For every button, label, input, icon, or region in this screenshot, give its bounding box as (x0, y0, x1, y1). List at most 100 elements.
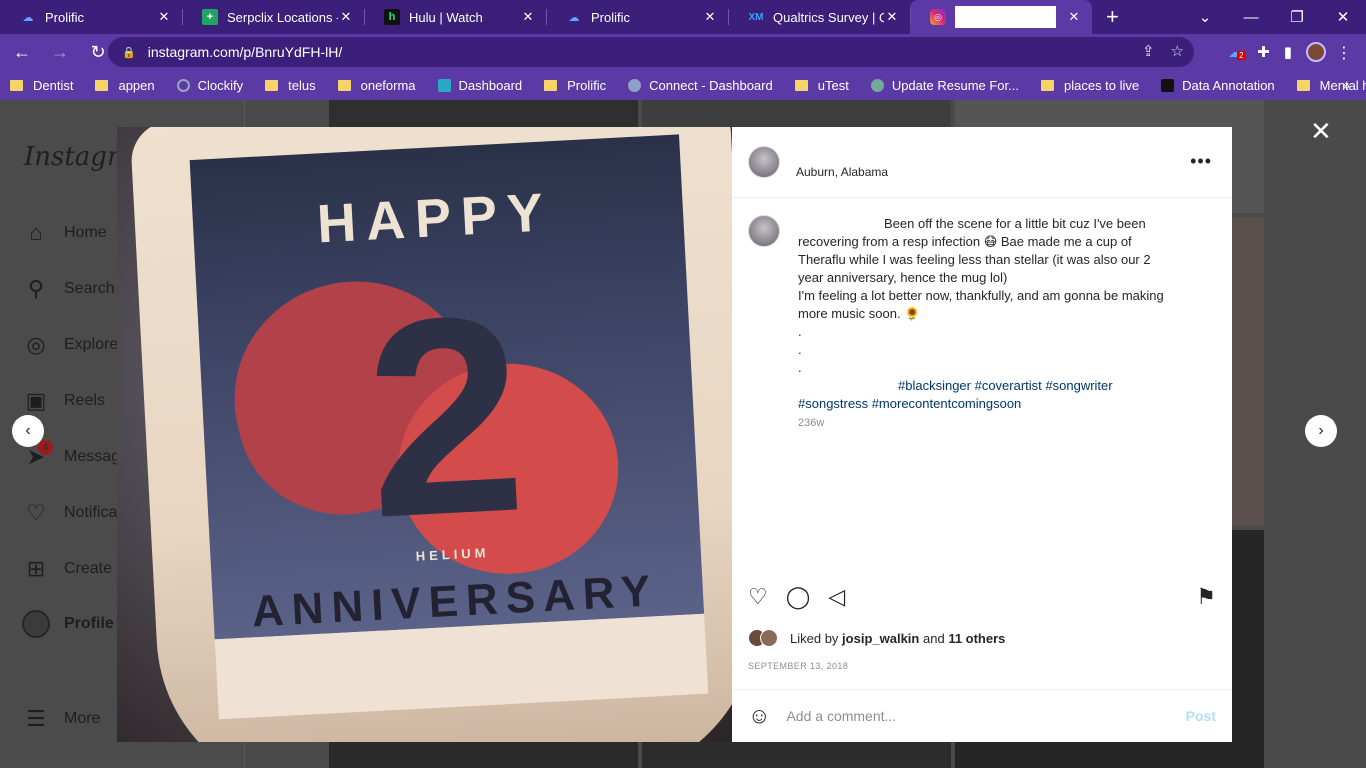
like-icon[interactable]: ♡ (748, 584, 768, 610)
sidebar-item-explore[interactable]: ◎ Explore (22, 332, 118, 358)
bookmark-star-icon[interactable]: ☆ (1171, 42, 1184, 60)
tab-serpclix[interactable]: + Serpclix Locations - Go ✕ (182, 0, 364, 34)
post-image[interactable]: HAPPY 2 HELIUM ANNIVERSARY (117, 127, 732, 742)
liked-by-user-link[interactable]: josip_walkin (842, 631, 919, 646)
tab-instagram[interactable]: ◎ ✕ (910, 0, 1092, 34)
bookmark-label: oneforma (360, 77, 416, 93)
tab-prolific-1[interactable]: ☁ Prolific ✕ (0, 0, 182, 34)
bookmark-label: telus (288, 77, 316, 93)
extension-badge: 2 (1237, 51, 1246, 60)
sidebar-item-search[interactable]: ⚲ Search (22, 276, 115, 302)
hulu-icon: h (384, 9, 400, 25)
folder-icon (10, 79, 23, 91)
share-icon[interactable]: ◁ (828, 584, 845, 610)
lock-icon[interactable]: 🔒 (122, 46, 136, 59)
url-text[interactable]: instagram.com/p/BnruYdFH-lH/ (148, 44, 343, 60)
tab-hulu[interactable]: h Hulu | Watch ✕ (364, 0, 546, 34)
bookmark-places-to-live[interactable]: places to live (1040, 77, 1140, 93)
mug-illustration: HAPPY 2 HELIUM ANNIVERSARY (129, 127, 732, 742)
grid-thumbnail[interactable] (642, 100, 951, 127)
post-caption: Been off the scene for a little bit cuz … (748, 215, 1218, 432)
browser-tab-bar: ☁ Prolific ✕ + Serpclix Locations - Go ✕… (0, 0, 1366, 34)
address-bar[interactable]: 🔒 instagram.com/p/BnruYdFH-lH/ ⇪ ☆ (108, 37, 1194, 67)
bookmark-connect-dashboard[interactable]: Connect - Dashboard (628, 78, 773, 93)
bookmark-label: places to live (1063, 77, 1140, 93)
save-bookmark-icon[interactable]: ⚑ (1196, 584, 1216, 610)
close-tab-icon[interactable]: ✕ (156, 9, 172, 25)
close-tab-icon[interactable]: ✕ (520, 9, 536, 25)
dashboard-icon (437, 78, 451, 92)
profile-avatar[interactable] (1306, 42, 1326, 62)
post-age[interactable]: 236w (798, 417, 824, 429)
tab-title: Qualtrics Survey | Qua (773, 9, 884, 25)
bookmark-clockify[interactable]: Clockify (176, 78, 243, 93)
bookmarks-overflow-icon[interactable]: » (1342, 77, 1350, 93)
bookmark-telus[interactable]: telus (265, 77, 316, 93)
openai-icon (870, 78, 884, 92)
author-avatar[interactable] (748, 215, 780, 247)
post-date[interactable]: SEPTEMBER 13, 2018 (748, 661, 848, 671)
minimize-button[interactable]: — (1228, 9, 1274, 26)
previous-post-button[interactable]: ‹ (12, 415, 44, 447)
extension-icon[interactable]: ☁ 2 (1228, 43, 1246, 61)
message-count-badge: 4 (38, 440, 53, 455)
post-location[interactable]: Auburn, Alabama (796, 165, 888, 179)
bookmark-oneforma[interactable]: oneforma (337, 77, 416, 93)
sidebar-item-profile[interactable]: Profile (22, 610, 114, 638)
sidebar-item-label: Search (64, 280, 115, 297)
post-details-panel: Auburn, Alabama ••• Been off the scene f… (732, 127, 1232, 742)
share-icon[interactable]: ⇪ (1142, 42, 1155, 60)
tab-prolific-2[interactable]: ☁ Prolific ✕ (546, 0, 728, 34)
tab-qualtrics[interactable]: XM Qualtrics Survey | Qua ✕ (728, 0, 910, 34)
sidebar-item-reels[interactable]: ▣ Reels (22, 388, 105, 414)
bookmark-appen[interactable]: appen (95, 78, 155, 93)
close-window-button[interactable]: ✕ (1320, 8, 1366, 26)
tab-search-icon[interactable]: ⌄ (1182, 8, 1228, 26)
bookmark-prolific[interactable]: Prolific (544, 78, 606, 93)
comment-input[interactable]: Add a comment... (786, 708, 1185, 724)
folder-icon (1296, 79, 1310, 91)
avatar (22, 610, 50, 638)
others-likes-link[interactable]: 11 others (948, 631, 1005, 646)
restore-button[interactable]: ❐ (1274, 8, 1320, 26)
messages-icon: ➤ 4 (22, 440, 53, 470)
sidebar-item-home[interactable]: ⌂ Home (22, 220, 106, 246)
likes-summary: Liked by josip_walkin and 11 others (748, 629, 1005, 647)
close-tab-icon[interactable]: ✕ (1066, 9, 1082, 25)
close-tab-icon[interactable]: ✕ (884, 9, 900, 25)
emoji-icon[interactable]: ☺ (748, 703, 770, 729)
bookmark-update-resume[interactable]: Update Resume For... (870, 77, 1019, 93)
hashtags[interactable]: #blacksinger #coverartist #songwriter (898, 378, 1113, 393)
forward-button[interactable]: → (44, 42, 76, 63)
liker-avatars (748, 629, 778, 647)
bookmark-label: Connect - Dashboard (649, 77, 773, 93)
sidebar-item-more[interactable]: ☰ More (22, 706, 100, 732)
next-post-button[interactable]: › (1305, 415, 1337, 447)
close-tab-icon[interactable]: ✕ (702, 9, 718, 25)
sidebar-item-create[interactable]: ⊞ Create (22, 556, 112, 582)
new-tab-button[interactable]: + (1106, 4, 1126, 30)
grid-thumbnail[interactable] (329, 742, 638, 768)
more-options-icon[interactable]: ••• (1190, 151, 1212, 172)
bookmark-dentist[interactable]: Dentist (10, 78, 73, 93)
browser-menu-icon[interactable]: ⋮ (1336, 43, 1352, 63)
prolific-icon: ☁ (568, 11, 580, 24)
comment-icon[interactable]: ◯ (786, 584, 811, 610)
close-modal-icon[interactable]: ✕ (1310, 118, 1332, 144)
bookmark-mental-health[interactable]: Mental health (1296, 78, 1366, 93)
side-panel-icon[interactable]: ▮ (1284, 43, 1292, 61)
grid-thumbnail[interactable] (642, 742, 951, 768)
hashtags[interactable]: #songstress #morecontentcomingsoon (798, 396, 1021, 411)
post-comment-button[interactable]: Post (1186, 708, 1216, 724)
back-button[interactable]: ← (6, 42, 38, 63)
puzzle-icon[interactable]: ✚ (1257, 43, 1270, 61)
bookmark-data-annotation[interactable]: Data Annotation (1161, 78, 1275, 93)
window-controls: ⌄ — ❐ ✕ (1182, 0, 1366, 34)
grid-thumbnail[interactable] (329, 100, 638, 127)
author-avatar[interactable] (748, 146, 780, 178)
bookmark-label: Update Resume For... (891, 77, 1019, 93)
caption-line: I'm feeling a lot better now, thankfully… (798, 288, 1164, 303)
bookmark-dashboard[interactable]: Dashboard (437, 78, 522, 93)
close-tab-icon[interactable]: ✕ (338, 9, 354, 25)
bookmark-utest[interactable]: uTest (794, 78, 849, 93)
